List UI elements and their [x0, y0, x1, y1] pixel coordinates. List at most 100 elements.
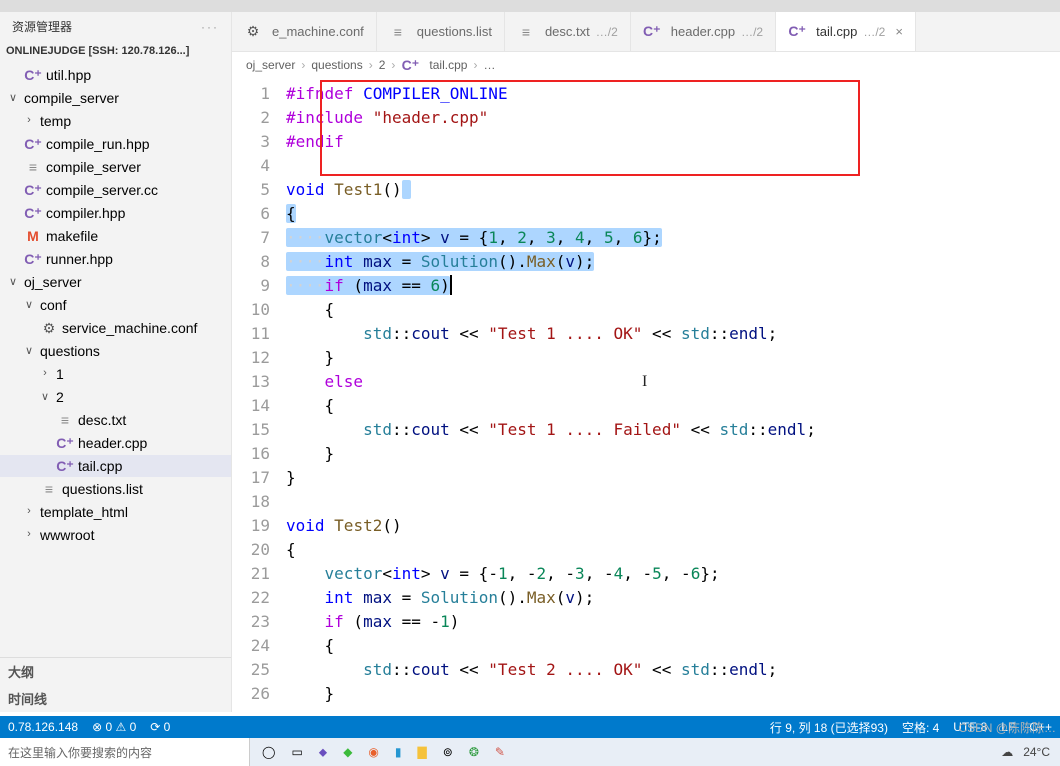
tab-desc-txt[interactable]: ≡desc.txt…/2	[505, 12, 631, 51]
code-line-12[interactable]: }	[286, 346, 1060, 370]
line-number: 9	[232, 274, 270, 298]
tree-node-tail-cpp[interactable]: C⁺tail.cpp	[0, 455, 231, 477]
code-line-13[interactable]: else	[286, 370, 1060, 394]
code-editor[interactable]: 1234567891011121314151617181920212223242…	[232, 78, 1060, 712]
code-line-9[interactable]: ····if (max == 6)	[286, 274, 1060, 298]
tree-node-questions[interactable]: ∨questions	[0, 340, 231, 362]
code-line-25[interactable]: std::cout << "Test 2 .... OK" << std::en…	[286, 658, 1060, 682]
status-bar[interactable]: 0.78.126.148 ⊗ 0 ⚠ 0 ⟳ 0 行 9, 列 18 (已选择9…	[0, 716, 1060, 738]
code-line-15[interactable]: std::cout << "Test 1 .... Failed" << std…	[286, 418, 1060, 442]
tab-tail-cpp[interactable]: C⁺tail.cpp…/2×	[776, 12, 916, 51]
code-line-11[interactable]: std::cout << "Test 1 .... OK" << std::en…	[286, 322, 1060, 346]
app-icon-2[interactable]: ◉	[368, 745, 378, 759]
line-number: 16	[232, 442, 270, 466]
tree-node-header-cpp[interactable]: C⁺header.cpp	[0, 432, 231, 454]
vscode-icon-2[interactable]: ▮	[395, 745, 402, 759]
code-line-17[interactable]: }	[286, 466, 1060, 490]
app-icon[interactable]: ◆	[343, 745, 352, 759]
weather-icon[interactable]: ☁	[1001, 745, 1013, 759]
close-icon[interactable]: ×	[891, 24, 903, 39]
tree-label: conf	[40, 297, 66, 313]
chrome-icon[interactable]: ⊚	[443, 745, 453, 759]
tree-node-wwwroot[interactable]: ›wwwroot	[0, 524, 231, 546]
chevron-icon: ∨	[38, 387, 52, 405]
tree-node-compile-server-cc[interactable]: C⁺compile_server.cc	[0, 179, 231, 201]
tree-node-temp[interactable]: ›temp	[0, 110, 231, 132]
tree-node-conf[interactable]: ∨conf	[0, 294, 231, 316]
line-number: 24	[232, 634, 270, 658]
taskbar[interactable]: 在这里输入你要搜索的内容 ◯ ▭ ⬥ ◆ ◉ ▮ ▇ ⊚ ❂ ✎ ☁ 24°C	[0, 738, 1060, 766]
taskbar-right[interactable]: ☁ 24°C	[1001, 745, 1060, 759]
tree-label: compile_server	[46, 159, 141, 175]
code-line-3[interactable]: #endif	[286, 130, 1060, 154]
code-lines[interactable]: I #ifndef COMPILER_ONLINE#include "heade…	[286, 78, 1060, 712]
code-line-14[interactable]: {	[286, 394, 1060, 418]
tree-node-compile-run-hpp[interactable]: C⁺compile_run.hpp	[0, 133, 231, 155]
tree-node-compile-server[interactable]: ∨compile_server	[0, 87, 231, 109]
tab-questions-list[interactable]: ≡questions.list	[377, 12, 505, 51]
code-line-18[interactable]	[286, 490, 1060, 514]
status-cursor[interactable]: 行 9, 列 18 (已选择93)	[770, 719, 888, 736]
code-line-23[interactable]: if (max == -1)	[286, 610, 1060, 634]
breadcrumb-item[interactable]: oj_server	[246, 58, 295, 72]
tab-header-cpp[interactable]: C⁺header.cpp…/2	[631, 12, 776, 51]
file-icon: ≡	[24, 158, 42, 176]
tree-node-compiler-hpp[interactable]: C⁺compiler.hpp	[0, 202, 231, 224]
taskview-icon[interactable]: ▭	[291, 745, 302, 759]
tab-e-machine-conf[interactable]: ⚙e_machine.conf	[232, 12, 377, 51]
tree-node-compile-server[interactable]: ≡compile_server	[0, 156, 231, 178]
code-line-4[interactable]	[286, 154, 1060, 178]
timeline-section[interactable]: 时间线	[0, 685, 231, 712]
code-line-5[interactable]: void Test1()	[286, 178, 1060, 202]
tree-node-2[interactable]: ∨2	[0, 386, 231, 408]
code-line-19[interactable]: void Test2()	[286, 514, 1060, 538]
file-icon: ≡	[517, 23, 535, 41]
breadcrumb[interactable]: oj_server›questions›2›C⁺tail.cpp›…	[232, 52, 1060, 78]
tree-node-oj-server[interactable]: ∨oj_server	[0, 271, 231, 293]
tree-node-makefile[interactable]: Mmakefile	[0, 225, 231, 247]
status-host[interactable]: 0.78.126.148	[8, 720, 78, 734]
status-ports[interactable]: ⟳ 0	[150, 720, 170, 734]
files-icon[interactable]: ▇	[418, 745, 427, 759]
tree-node-runner-hpp[interactable]: C⁺runner.hpp	[0, 248, 231, 270]
chevron-right-icon: ›	[369, 58, 373, 72]
tree-node-template-html[interactable]: ›template_html	[0, 501, 231, 523]
breadcrumb-item[interactable]: 2	[379, 58, 386, 72]
tree-node-util-hpp[interactable]: C⁺util.hpp	[0, 64, 231, 86]
gutter: 1234567891011121314151617181920212223242…	[232, 78, 286, 712]
breadcrumb-item[interactable]: questions	[311, 58, 362, 72]
breadcrumb-item[interactable]: …	[483, 58, 495, 72]
code-line-8[interactable]: ····int max = Solution().Max(v);	[286, 250, 1060, 274]
breadcrumb-item[interactable]: tail.cpp	[429, 58, 467, 72]
code-line-7[interactable]: ····vector<int> v = {1, 2, 3, 4, 5, 6};	[286, 226, 1060, 250]
code-line-21[interactable]: vector<int> v = {-1, -2, -3, -4, -5, -6}…	[286, 562, 1060, 586]
weather-text[interactable]: 24°C	[1023, 745, 1050, 759]
code-line-2[interactable]: #include "header.cpp"	[286, 106, 1060, 130]
taskbar-icons[interactable]: ◯ ▭ ⬥ ◆ ◉ ▮ ▇ ⊚ ❂ ✎	[250, 745, 517, 760]
status-errors[interactable]: ⊗ 0 ⚠ 0	[92, 720, 136, 734]
outline-section[interactable]: 大纲	[0, 658, 231, 685]
status-spaces[interactable]: 空格: 4	[902, 719, 939, 736]
code-line-6[interactable]: {	[286, 202, 1060, 226]
code-line-26[interactable]: }	[286, 682, 1060, 706]
tree-node-questions-list[interactable]: ≡questions.list	[0, 478, 231, 500]
code-line-22[interactable]: int max = Solution().Max(v);	[286, 586, 1060, 610]
chevron-icon	[6, 134, 20, 152]
code-line-16[interactable]: }	[286, 442, 1060, 466]
code-line-1[interactable]: #ifndef COMPILER_ONLINE	[286, 82, 1060, 106]
tree-node-1[interactable]: ›1	[0, 363, 231, 385]
more-icon[interactable]: ···	[201, 20, 219, 34]
tree-node-desc-txt[interactable]: ≡desc.txt	[0, 409, 231, 431]
editor-area: ⚙e_machine.conf≡questions.list≡desc.txt……	[232, 12, 1060, 712]
cortana-icon[interactable]: ◯	[262, 745, 275, 759]
vscode-icon[interactable]: ⬥	[319, 745, 327, 760]
wechat-icon[interactable]: ❂	[469, 745, 479, 759]
code-line-20[interactable]: {	[286, 538, 1060, 562]
tree-node-service-machine-conf[interactable]: ⚙service_machine.conf	[0, 317, 231, 339]
project-label[interactable]: ONLINEJUDGE [SSH: 120.78.126...]	[0, 41, 231, 61]
code-line-24[interactable]: {	[286, 634, 1060, 658]
code-line-10[interactable]: {	[286, 298, 1060, 322]
menu-bar[interactable]	[0, 0, 1060, 12]
snip-icon[interactable]: ✎	[495, 745, 505, 759]
taskbar-search[interactable]: 在这里输入你要搜索的内容	[0, 738, 250, 766]
